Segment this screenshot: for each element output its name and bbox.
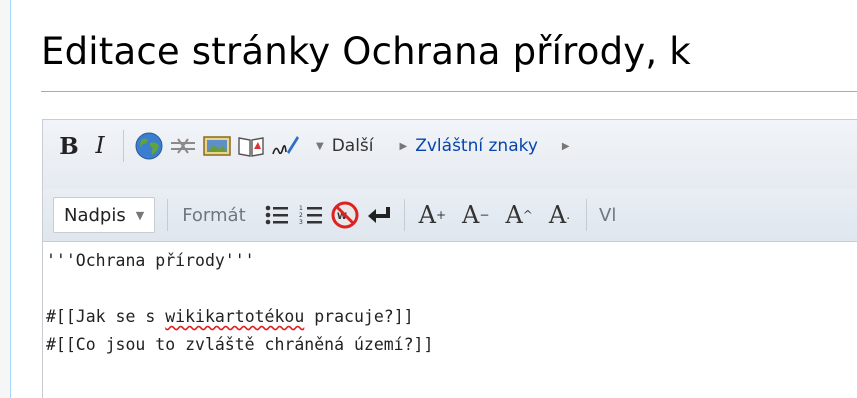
subscript-button[interactable]: A. [549, 199, 570, 231]
font-bigger-button[interactable]: A + [419, 199, 446, 231]
link-globe-icon[interactable] [132, 130, 166, 162]
format-label: Formát [182, 204, 246, 226]
editor-line: '''Ochrana přírody''' [46, 251, 255, 270]
italic-button[interactable]: I [85, 130, 115, 162]
svg-text:2: 2 [299, 212, 303, 219]
insert-label: Vl [599, 204, 617, 226]
heading-select[interactable]: Nadpis ▼ [53, 197, 156, 233]
more-menu-label: Další [331, 136, 374, 156]
page-title: Editace stránky Ochrana přírody, k [41, 30, 691, 73]
title-divider [41, 91, 857, 92]
font-smaller-button[interactable]: A − [462, 199, 489, 231]
bulleted-list-icon[interactable] [260, 199, 294, 231]
superscript-button[interactable]: A ^ [505, 199, 532, 231]
nowiki-icon[interactable]: W [328, 199, 362, 231]
reference-book-icon[interactable] [234, 130, 268, 162]
chevron-down-icon: ▼ [135, 208, 145, 222]
svg-text:3: 3 [299, 219, 303, 226]
triangle-right-icon: ▶ [399, 140, 408, 152]
bold-button[interactable]: B [53, 130, 85, 162]
page: Editace stránky Ochrana přírody, k B I ▼… [10, 0, 857, 398]
svg-text:1: 1 [299, 205, 303, 212]
advanced-toolbar: Nadpis ▼ Formát 1 2 3 W A + A − A ^ A . … [43, 189, 857, 242]
special-chars-menu[interactable]: ▶ Zvláštní znaky [400, 130, 538, 162]
wikitext-textarea[interactable]: '''Ochrana přírody''' #[[Jak se s wikika… [43, 241, 857, 398]
numbered-list-icon[interactable]: 1 2 3 [294, 199, 328, 231]
embed-file-icon[interactable] [166, 130, 200, 162]
toolbar-separator [167, 199, 169, 231]
heading-select-value: Nadpis [64, 204, 126, 226]
misspelled-word: wikikartotékou [165, 307, 305, 326]
toolbar-separator [403, 199, 405, 231]
editor-line-text: #[[Jak se s [46, 307, 166, 326]
editor-line-text: pracuje?]] [304, 307, 414, 326]
editor-line: #[[Jak se s wikikartotékou pracuje?]] [46, 303, 857, 331]
toolbar-separator [586, 199, 588, 231]
image-icon[interactable] [200, 130, 234, 162]
more-menu[interactable]: ▼ Další [316, 130, 374, 162]
next-menu-arrow[interactable]: ▶ [562, 130, 578, 162]
editor-line: #[[Co jsou to zvláště chráněná území?]] [46, 335, 434, 354]
main-toolbar: B I ▼ Další ▶ Zvláštní znaky ▶ [43, 120, 857, 190]
signature-icon[interactable] [268, 130, 302, 162]
wiki-editor: B I ▼ Další ▶ Zvláštní znaky ▶ Nadpis ▼ … [42, 119, 857, 398]
toolbar-separator [123, 130, 124, 162]
triangle-right-icon: ▶ [561, 140, 570, 152]
special-chars-label: Zvláštní znaky [415, 136, 538, 156]
newline-icon[interactable] [362, 199, 396, 231]
triangle-down-icon: ▼ [316, 140, 324, 152]
